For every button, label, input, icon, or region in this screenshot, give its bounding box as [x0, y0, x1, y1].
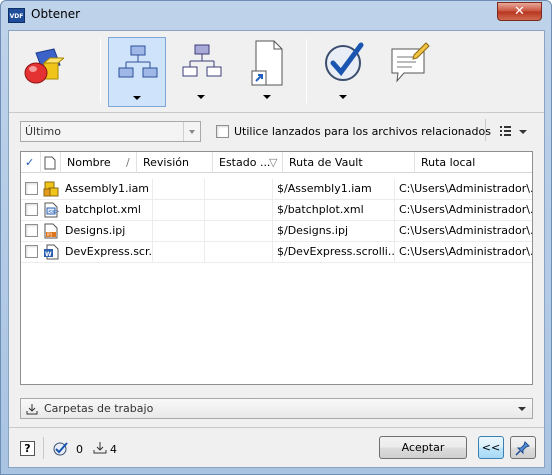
state-column-header[interactable]: Estado ... ▽ — [213, 152, 283, 173]
row-revision — [153, 179, 205, 199]
window-title: Obtener — [31, 7, 81, 21]
help-button[interactable]: ? — [20, 441, 35, 456]
download-icon — [26, 404, 38, 415]
chevron-down-icon — [183, 122, 200, 141]
workspace-select[interactable]: Carpetas de trabajo — [20, 398, 533, 419]
state-column-label: Estado ... — [219, 156, 271, 169]
hierarchy-button[interactable] — [108, 37, 166, 107]
row-state — [205, 200, 273, 220]
toolbar-separator — [100, 39, 101, 103]
row-checkbox[interactable] — [25, 182, 38, 195]
name-column-label: Nombre — [67, 156, 111, 169]
row-revision — [153, 242, 205, 262]
vault-path-column-header[interactable]: Ruta de Vault — [283, 152, 415, 173]
assembly-file-icon — [43, 181, 59, 197]
local-path-column-header[interactable]: Ruta local — [415, 152, 532, 173]
row-state — [205, 221, 273, 241]
row-name: Designs.ipj — [61, 221, 153, 241]
row-vault-path: $/Designs.ipj — [273, 221, 395, 241]
svg-text:IPJ: IPJ — [47, 232, 52, 237]
checkmark-button[interactable] — [315, 37, 373, 107]
hierarchy-icon — [118, 45, 158, 78]
dialog-window: VDF Obtener ✕ Último Utilice lanzados pa… — [0, 0, 552, 475]
row-checkbox[interactable] — [25, 224, 38, 237]
row-vault-path: $/batchplot.xml — [273, 200, 395, 220]
app-icon: VDF — [8, 8, 25, 23]
comment-edit-button[interactable] — [381, 37, 439, 107]
chevron-down-icon — [518, 407, 526, 411]
divider — [43, 437, 44, 459]
file-grid[interactable]: ✓ Nombre / Revisión Estado ... ▽ Ruta de… — [20, 151, 533, 385]
accept-button[interactable]: Aceptar — [379, 436, 467, 459]
table-row[interactable]: Assembly1.iam $/Assembly1.iam C:\Users\A… — [21, 179, 532, 200]
table-row[interactable]: IPJ Designs.ipj $/Designs.ipj C:\Users\A… — [21, 221, 532, 242]
row-local-path: C:\Users\Administrador\... — [399, 245, 532, 258]
row-checkbox[interactable] — [25, 245, 38, 258]
title-bar[interactable]: VDF Obtener ✕ — [1, 1, 551, 30]
row-checkbox[interactable] — [25, 203, 38, 216]
chevron-down-icon — [339, 95, 347, 99]
table-row[interactable]: <e> batchplot.xml $/batchplot.xml C:\Use… — [21, 200, 532, 221]
hierarchy-alt-icon — [182, 44, 222, 77]
ipj-file-icon: IPJ — [44, 223, 58, 239]
column-options-button[interactable] — [499, 124, 533, 140]
row-local-path: C:\Users\Administrador\... — [399, 182, 532, 195]
version-select[interactable]: Último — [20, 121, 201, 142]
table-row[interactable]: W DevExpress.scr... $/DevExpress.scrolli… — [21, 242, 532, 263]
chevron-down-icon — [263, 95, 271, 99]
revision-column-header[interactable]: Revisión — [137, 152, 213, 173]
xml-file-icon: <e> — [44, 202, 59, 218]
dialog-client: Último Utilice lanzados para los archivo… — [8, 30, 545, 468]
row-name: DevExpress.scr... — [61, 242, 153, 262]
version-select-value: Último — [25, 125, 61, 138]
checkmark-icon — [325, 42, 364, 81]
shapes-icon — [24, 48, 64, 84]
document-icon — [44, 156, 56, 170]
pin-button[interactable] — [510, 436, 536, 459]
chevron-down-icon — [197, 95, 205, 99]
file-type-column-header[interactable] — [41, 152, 61, 173]
list-icon — [500, 126, 527, 136]
download-count: 4 — [110, 443, 117, 456]
comment-edit-icon — [391, 42, 430, 83]
use-released-label: Utilice lanzados para los archivos relac… — [234, 125, 491, 138]
chevron-down-icon — [133, 96, 141, 100]
use-released-checkbox[interactable] — [216, 125, 229, 138]
checked-count: 0 — [76, 443, 83, 456]
pin-icon — [515, 441, 530, 456]
close-button[interactable]: ✕ — [497, 2, 542, 21]
svg-text:W: W — [45, 251, 52, 258]
collapse-button[interactable]: << — [478, 436, 504, 459]
shapes-button[interactable] — [15, 37, 73, 107]
row-name: Assembly1.iam — [61, 179, 153, 199]
row-local-path: C:\Users\Administrador\... — [399, 203, 532, 216]
hierarchy-alt-button[interactable] — [173, 37, 231, 107]
row-state — [205, 179, 273, 199]
grid-header: ✓ Nombre / Revisión Estado ... ▽ Ruta de… — [21, 152, 532, 173]
row-state — [205, 242, 273, 262]
row-name: batchplot.xml — [61, 200, 153, 220]
row-local-path: C:\Users\Administrador\... — [399, 224, 532, 237]
check-column-header[interactable]: ✓ — [21, 152, 41, 173]
svg-text:<e>: <e> — [48, 209, 59, 215]
name-column-header[interactable]: Nombre / — [61, 152, 137, 173]
word-file-icon: W — [44, 244, 59, 260]
download-count-icon — [93, 442, 107, 454]
toolbar — [9, 31, 544, 113]
filter-icon: ▽ — [269, 156, 278, 169]
check-count-icon — [53, 442, 68, 456]
document-shortcut-button[interactable] — [239, 37, 297, 107]
workspace-select-value: Carpetas de trabajo — [44, 402, 154, 415]
row-vault-path: $/Assembly1.iam — [273, 179, 395, 199]
toolbar-separator — [306, 39, 307, 103]
sort-icon: / — [126, 156, 130, 169]
row-vault-path: $/DevExpress.scrolli... — [273, 242, 395, 262]
row-revision — [153, 221, 205, 241]
divider — [485, 119, 486, 141]
row-revision — [153, 200, 205, 220]
divider — [9, 427, 544, 428]
divider — [9, 112, 544, 113]
document-shortcut-icon — [251, 40, 283, 86]
